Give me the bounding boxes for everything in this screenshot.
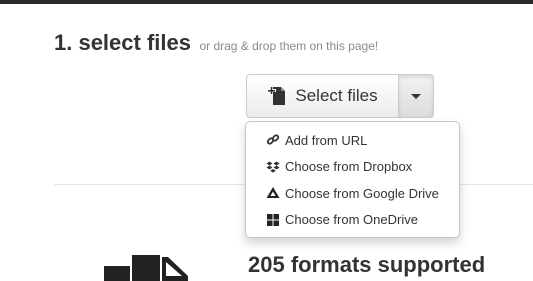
select-files-button[interactable]: Select files bbox=[246, 74, 398, 118]
menu-item-label: Choose from Google Drive bbox=[285, 185, 439, 201]
google-drive-icon bbox=[266, 186, 280, 200]
onedrive-icon bbox=[266, 213, 280, 227]
select-files-dropdown-toggle[interactable] bbox=[398, 74, 434, 118]
heading-subtitle: or drag & drop them on this page! bbox=[199, 39, 379, 53]
menu-item-google-drive[interactable]: Choose from Google Drive bbox=[246, 180, 459, 207]
heading-title: 1. select files bbox=[54, 30, 191, 55]
caret-down-icon bbox=[411, 93, 421, 99]
menu-item-add-from-url[interactable]: Add from URL bbox=[246, 127, 459, 154]
formats-supported-title: 205 formats supported bbox=[248, 252, 486, 277]
dropbox-icon bbox=[266, 160, 280, 174]
menu-item-label: Choose from Dropbox bbox=[285, 159, 413, 175]
menu-item-dropbox[interactable]: Choose from Dropbox bbox=[246, 154, 459, 181]
file-source-menu: Add from URL Choose from Dropbox Choose … bbox=[245, 121, 460, 238]
formats-illustration bbox=[104, 252, 190, 281]
menu-item-label: Choose from OneDrive bbox=[285, 212, 418, 228]
file-add-icon bbox=[267, 85, 287, 107]
section-heading: 1. select files or drag & drop them on t… bbox=[54, 30, 378, 56]
page: 1. select files or drag & drop them on t… bbox=[0, 0, 533, 281]
link-icon bbox=[266, 133, 280, 147]
menu-item-onedrive[interactable]: Choose from OneDrive bbox=[246, 207, 459, 234]
menu-item-label: Add from URL bbox=[285, 132, 368, 148]
select-files-label: Select files bbox=[295, 86, 378, 105]
top-bar bbox=[0, 0, 533, 4]
select-files-button-group: Select files bbox=[246, 74, 434, 118]
